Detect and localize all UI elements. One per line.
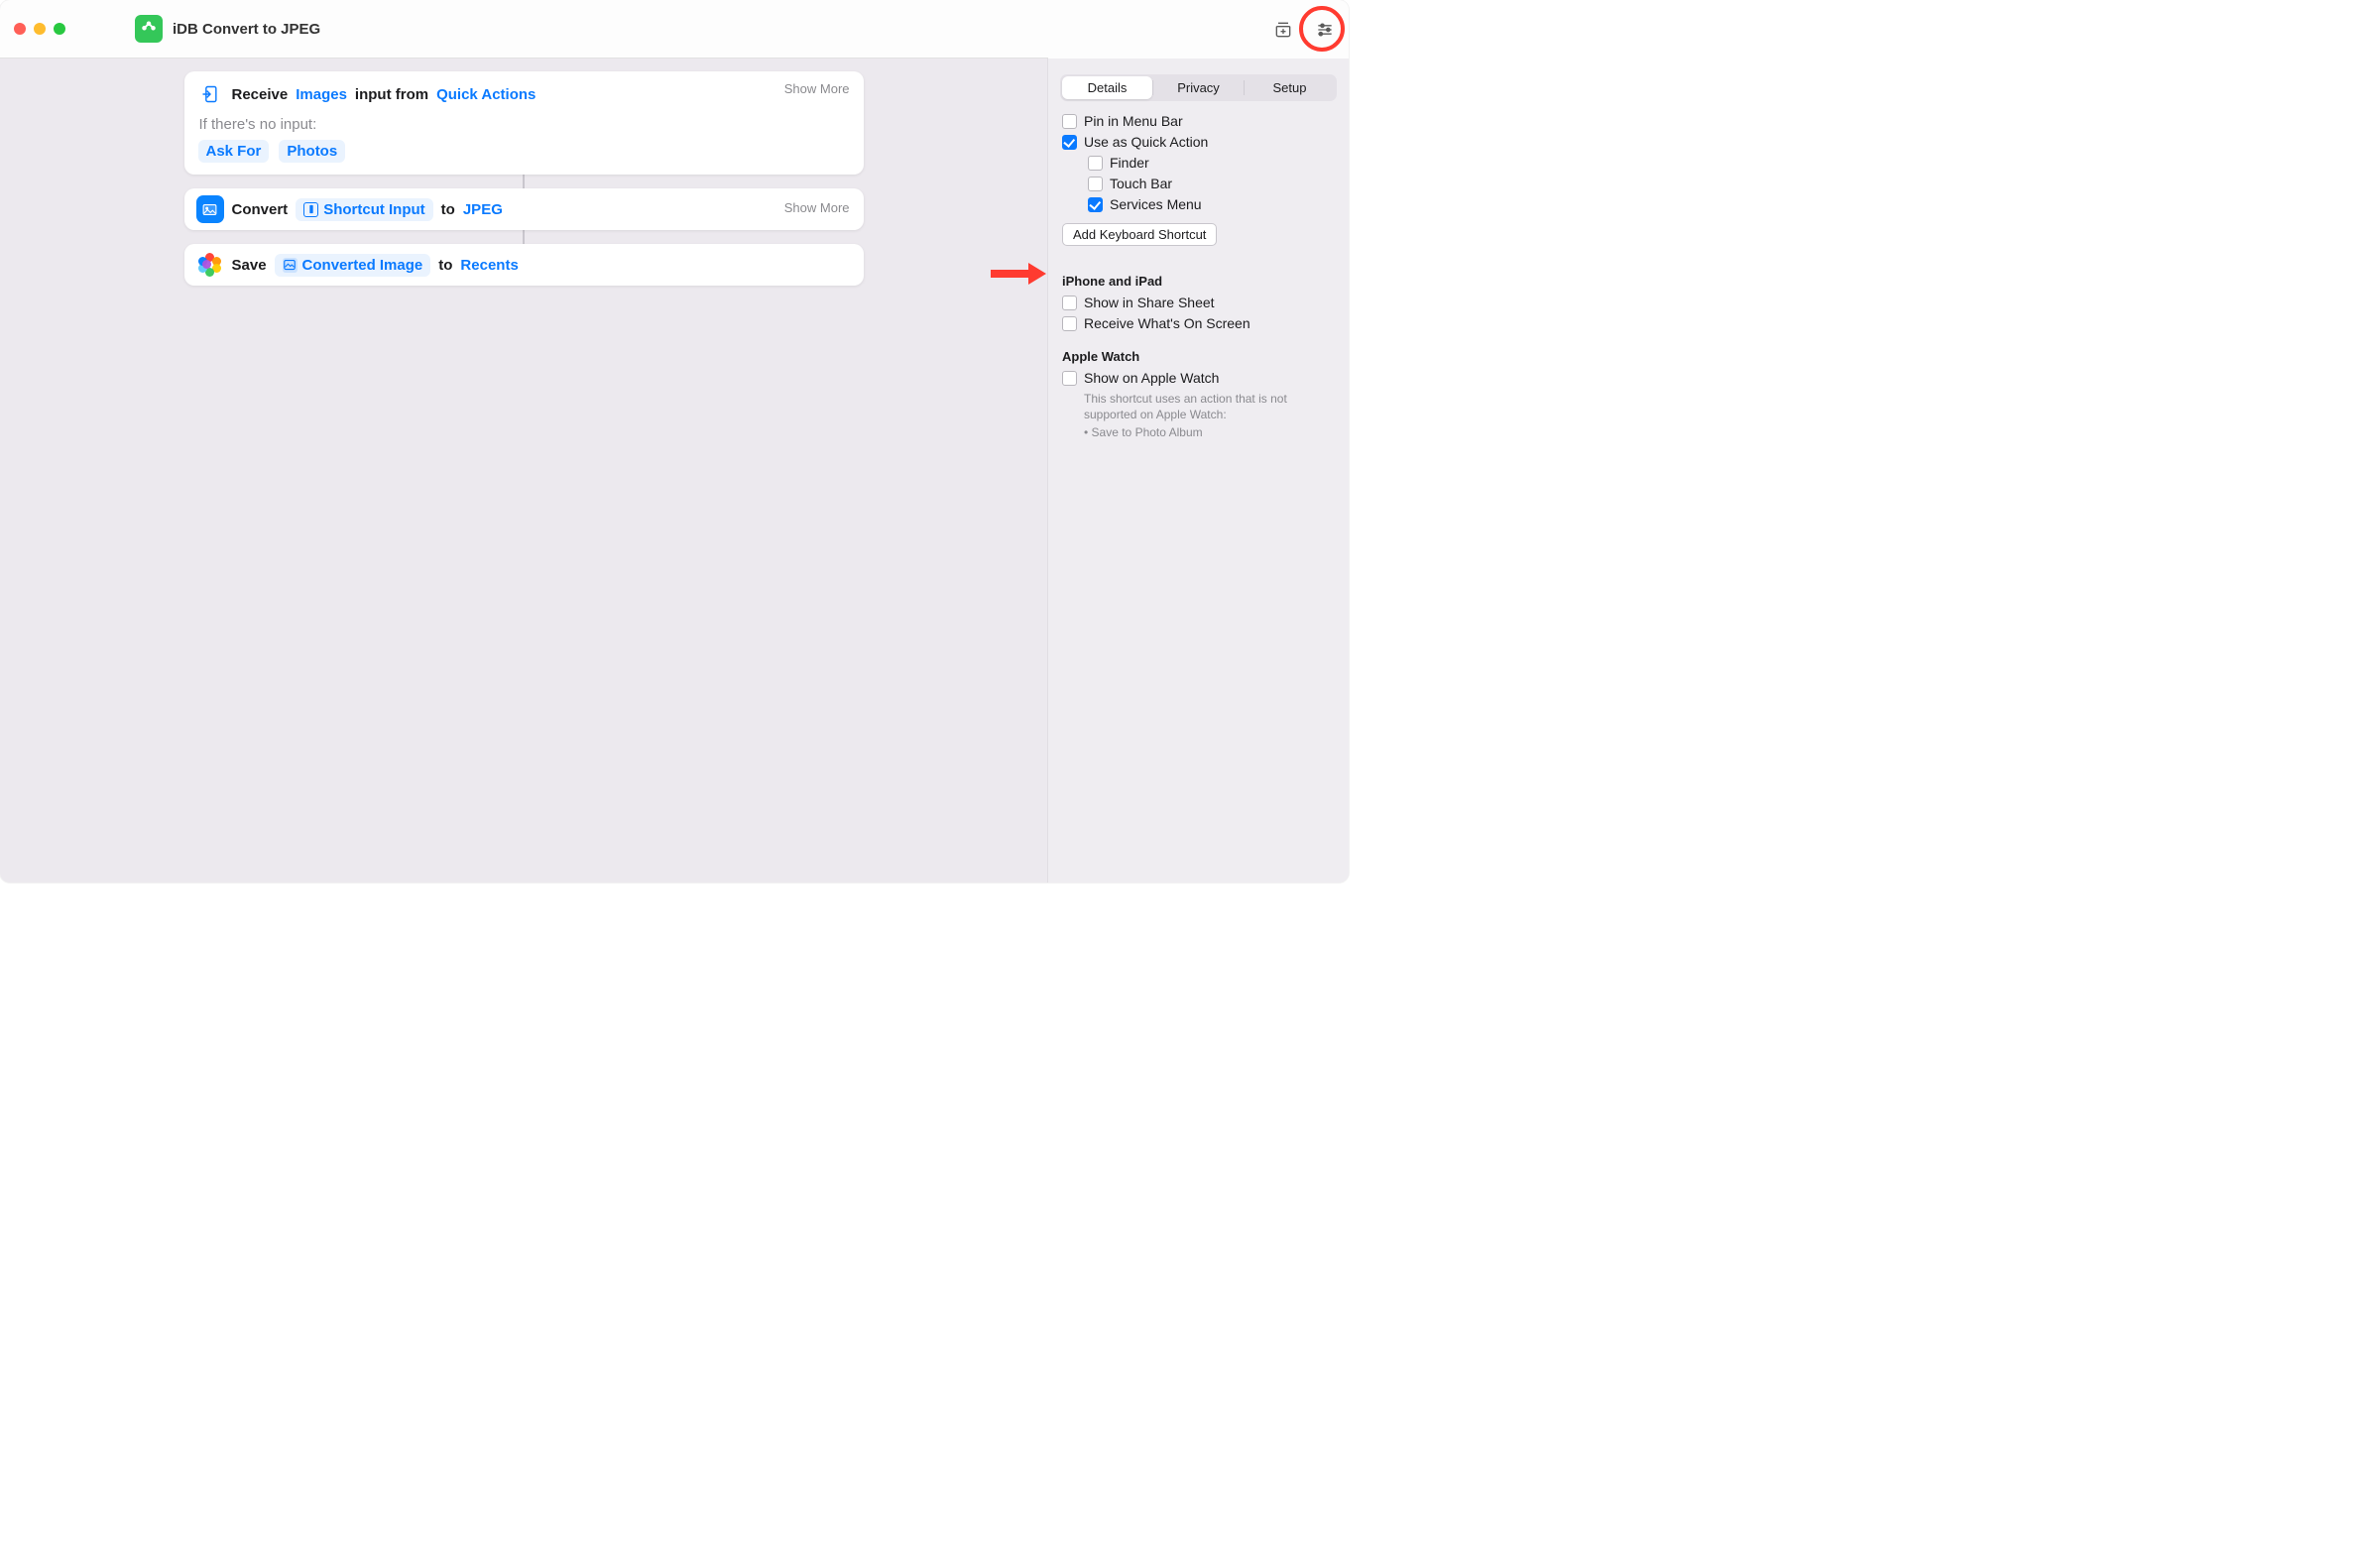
checkbox[interactable] — [1062, 296, 1077, 310]
minimize-window-button[interactable] — [34, 23, 46, 35]
shortcut-input-label: Shortcut Input — [323, 201, 424, 218]
check-show-watch[interactable]: Show on Apple Watch — [1062, 370, 1335, 386]
show-more-link[interactable]: Show More — [784, 81, 850, 96]
convert-format-link[interactable]: JPEG — [463, 201, 503, 218]
receive-type-link[interactable]: Images — [296, 86, 347, 103]
watch-note-line1: This shortcut uses an action that is not… — [1084, 391, 1335, 422]
tab-details[interactable]: Details — [1062, 76, 1152, 99]
action-save[interactable]: Save Converted Image to Recents — [184, 244, 864, 286]
convert-icon — [196, 195, 224, 223]
tab-setup[interactable]: Setup — [1245, 76, 1335, 99]
convert-to: to — [441, 201, 455, 218]
check-receive-onscreen[interactable]: Receive What's On Screen — [1062, 315, 1335, 331]
ask-for-token[interactable]: Ask For — [198, 140, 270, 163]
checkbox[interactable] — [1088, 197, 1103, 212]
show-more-link[interactable]: Show More — [784, 200, 850, 215]
watch-note-line2: • Save to Photo Album — [1084, 424, 1335, 440]
connector — [523, 230, 525, 244]
checkbox[interactable] — [1062, 114, 1077, 129]
no-input-label: If there's no input: — [199, 116, 849, 133]
inspector-tabs: Details Privacy Setup — [1060, 74, 1337, 101]
settings-sliders-icon[interactable] — [1313, 18, 1337, 42]
check-finder[interactable]: Finder — [1088, 155, 1335, 171]
checkbox[interactable] — [1062, 135, 1077, 150]
zoom-window-button[interactable] — [54, 23, 65, 35]
checkbox[interactable] — [1088, 156, 1103, 171]
check-label: Services Menu — [1110, 196, 1202, 212]
add-keyboard-shortcut-button[interactable]: Add Keyboard Shortcut — [1062, 223, 1217, 246]
save-verb: Save — [232, 257, 267, 274]
check-label: Touch Bar — [1110, 176, 1172, 191]
check-share-sheet[interactable]: Show in Share Sheet — [1062, 295, 1335, 310]
receive-mid: input from — [355, 86, 428, 103]
check-label: Use as Quick Action — [1084, 134, 1208, 150]
shortcut-app-icon — [135, 15, 163, 43]
tab-privacy[interactable]: Privacy — [1153, 76, 1244, 99]
check-label: Show in Share Sheet — [1084, 295, 1215, 310]
check-label: Receive What's On Screen — [1084, 315, 1250, 331]
section-iphone-ipad: iPhone and iPad — [1062, 274, 1335, 289]
converted-image-label: Converted Image — [302, 257, 423, 274]
window-title: iDB Convert to JPEG — [173, 21, 320, 38]
checkbox[interactable] — [1062, 371, 1077, 386]
convert-verb: Convert — [232, 201, 289, 218]
connector — [523, 175, 525, 188]
receive-verb: Receive — [232, 86, 289, 103]
library-icon[interactable] — [1271, 18, 1295, 42]
close-window-button[interactable] — [14, 23, 26, 35]
check-label: Finder — [1110, 155, 1149, 171]
check-label: Pin in Menu Bar — [1084, 113, 1183, 129]
action-receive[interactable]: Show More Receive Images input from Quic… — [184, 71, 864, 175]
inspector-panel: Details Privacy Setup Pin in Menu Bar Us… — [1047, 59, 1349, 883]
receive-source-link[interactable]: Quick Actions — [436, 86, 536, 103]
check-label: Show on Apple Watch — [1084, 370, 1219, 386]
check-services-menu[interactable]: Services Menu — [1088, 196, 1335, 212]
converted-image-token[interactable]: Converted Image — [275, 254, 431, 277]
save-dest-link[interactable]: Recents — [460, 257, 518, 274]
window-controls — [14, 23, 65, 35]
shortcut-input-token[interactable]: Shortcut Input — [296, 198, 432, 221]
checkbox[interactable] — [1062, 316, 1077, 331]
image-variable-icon — [283, 258, 298, 273]
receive-icon — [196, 80, 224, 108]
checkbox[interactable] — [1088, 177, 1103, 191]
check-pin-menubar[interactable]: Pin in Menu Bar — [1062, 113, 1335, 129]
check-quick-action[interactable]: Use as Quick Action — [1062, 134, 1335, 150]
magic-variable-icon — [303, 202, 318, 217]
action-convert[interactable]: Show More Convert Shortcut Input to — [184, 188, 864, 230]
section-apple-watch: Apple Watch — [1062, 349, 1335, 364]
photos-token[interactable]: Photos — [279, 140, 345, 163]
check-touchbar[interactable]: Touch Bar — [1088, 176, 1335, 191]
workflow-canvas[interactable]: Show More Receive Images input from Quic… — [0, 59, 1047, 883]
save-to: to — [438, 257, 452, 274]
photos-app-icon — [196, 251, 224, 279]
